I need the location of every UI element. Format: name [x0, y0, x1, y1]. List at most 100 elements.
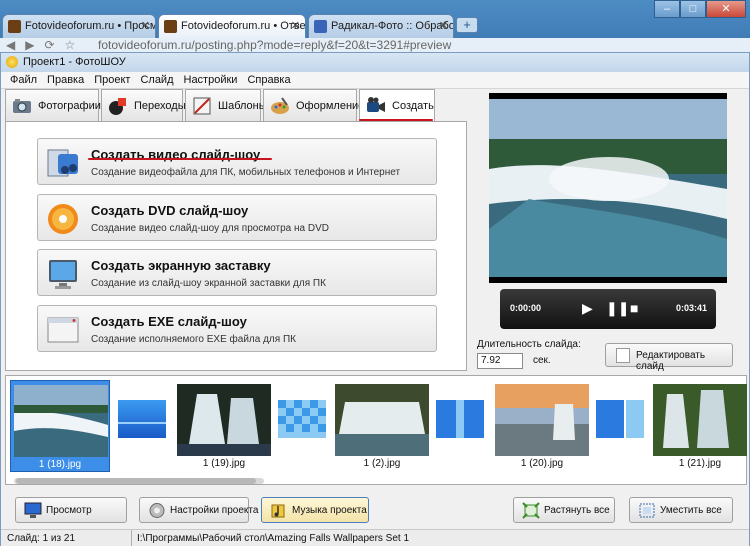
- address-bar[interactable]: fotovideoforum.ru/posting.php?mode=reply…: [98, 38, 568, 52]
- close-icon[interactable]: ✕: [141, 19, 150, 32]
- menu-file[interactable]: Файл: [5, 72, 42, 88]
- stop-icon[interactable]: ■: [630, 300, 638, 316]
- pause-icon[interactable]: ❚❚: [606, 300, 629, 317]
- slide-duration-unit: сек.: [533, 355, 551, 366]
- slide-duration-label: Длительность слайда:: [477, 339, 581, 350]
- create-dvd-button[interactable]: Создать DVD слайд-шоу Создание видео сла…: [37, 194, 437, 241]
- slide-caption: 1 (21).jpg: [678, 458, 722, 469]
- window-app-icon: [47, 317, 79, 343]
- create-option-desc: Создание исполняемого EXE файла для ПК: [91, 334, 296, 345]
- statusbar: Слайд: 1 из 21 I:\Программы\Рабочий стол…: [1, 529, 749, 546]
- transitions-icon: [109, 98, 126, 115]
- slide-image: [495, 384, 589, 456]
- waterfall-preview-image: [489, 99, 727, 277]
- slide-caption: 1 (2).jpg: [363, 458, 401, 469]
- transition-thumbnail[interactable]: [278, 400, 326, 438]
- tab-templates[interactable]: Шаблоны: [185, 89, 267, 121]
- design-icon: [271, 97, 289, 114]
- monitor-icon: [49, 260, 77, 289]
- app-window: Проект1 - ФотоШОУ Файл Правка Проект Сла…: [0, 52, 750, 546]
- tab-transitions[interactable]: Переходы: [101, 89, 186, 121]
- create-film-icon: [367, 97, 385, 112]
- time-total: 0:03:41: [676, 303, 708, 313]
- annotation-underline: [88, 158, 272, 160]
- slide-thumbnail[interactable]: 1 (2).jpg: [332, 380, 432, 472]
- close-icon[interactable]: ✕: [291, 19, 300, 32]
- slide-thumbnail[interactable]: 1 (20).jpg: [492, 380, 592, 472]
- preview-button[interactable]: Просмотр: [15, 497, 127, 523]
- preview-panel: 0:00:00 ▶ ❚❚ ■ 0:03:41 Длительность слай…: [475, 89, 745, 372]
- stretch-icon: [522, 502, 540, 519]
- create-video-button[interactable]: Создать видео слайд-шоу Создание видеофа…: [37, 138, 437, 185]
- transition-thumbnail[interactable]: [596, 400, 644, 438]
- app-title: Проект1 - ФотоШОУ: [23, 56, 126, 68]
- slide-thumbnail[interactable]: 1 (19).jpg: [174, 380, 274, 472]
- filmstrip-scrollbar[interactable]: [14, 478, 264, 484]
- site-favicon: [164, 20, 177, 33]
- site-favicon: [314, 20, 327, 33]
- tab-label: Создать: [392, 100, 434, 112]
- browser-tab-2[interactable]: Fotovideoforum.ru • Ответ ✕: [158, 14, 306, 38]
- browser-chrome: Fotovideoforum.ru • Просм ✕ Fotovideofor…: [0, 0, 750, 52]
- project-music-button[interactable]: Музыка проекта: [261, 497, 369, 523]
- create-screensaver-button[interactable]: Создать экранную заставку Создание из сл…: [37, 249, 437, 296]
- window-controls: – □ ✕: [654, 0, 746, 18]
- tab-label: Фотографии: [38, 100, 101, 112]
- fit-all-button[interactable]: Уместить все: [629, 497, 733, 523]
- browser-tab-label: Fotovideoforum.ru • Ответ: [181, 20, 306, 32]
- video-preview: [489, 93, 727, 283]
- edit-slide-button[interactable]: Редактировать слайд: [605, 343, 733, 372]
- create-exe-button[interactable]: Создать EXE слайд-шоу Создание исполняем…: [37, 305, 437, 352]
- slide-caption: 1 (19).jpg: [202, 458, 246, 469]
- stretch-all-button[interactable]: Растянуть все: [513, 497, 615, 523]
- project-path: I:\Программы\Рабочий стол\Amazing Falls …: [137, 533, 410, 544]
- slide-thumbnail[interactable]: 1 (18).jpg: [10, 380, 110, 472]
- tab-label: Шаблоны: [218, 100, 267, 112]
- slide-thumbnail[interactable]: 1 (21).jpg: [650, 380, 750, 472]
- tab-create[interactable]: Создать: [359, 89, 435, 122]
- slide-duration-input[interactable]: 7.92: [477, 353, 523, 369]
- slide-image: [335, 384, 429, 456]
- site-favicon: [8, 20, 21, 33]
- menu-edit[interactable]: Правка: [42, 72, 89, 88]
- create-option-title: Создать DVD слайд-шоу: [91, 203, 249, 218]
- close-window-icon[interactable]: ✕: [706, 0, 746, 18]
- fit-all-label: Уместить все: [660, 505, 722, 516]
- create-option-desc: Создание видео слайд-шоу для просмотра н…: [91, 223, 329, 234]
- photos-icon: [13, 99, 31, 113]
- tab-photos[interactable]: Фотографии: [5, 89, 101, 121]
- create-option-desc: Создание видеофайла для ПК, мобильных те…: [91, 167, 401, 178]
- slide-caption: 1 (18).jpg: [38, 459, 82, 470]
- browser-tab-1[interactable]: Fotovideoforum.ru • Просм ✕: [2, 14, 156, 38]
- scrollbar-thumb[interactable]: [16, 478, 256, 484]
- transition-thumbnail[interactable]: [118, 400, 166, 438]
- slide-image: [653, 384, 747, 456]
- browser-tab-3[interactable]: Радикал-Фото :: Обработк ✕: [308, 14, 454, 38]
- menu-help[interactable]: Справка: [242, 72, 295, 88]
- slide-counter: Слайд: 1 из 21: [7, 533, 76, 544]
- maximize-icon[interactable]: □: [680, 0, 706, 18]
- play-icon[interactable]: ▶: [582, 300, 593, 317]
- filmstrip: 1 (18).jpg 1 (19).jpg 1 (2).jpg 1 (20).j…: [5, 375, 747, 485]
- close-icon[interactable]: ✕: [439, 19, 448, 32]
- project-settings-button[interactable]: Настройки проекта: [139, 497, 258, 523]
- video-file-icon: [47, 149, 78, 177]
- music-icon: [271, 504, 285, 518]
- minimize-icon[interactable]: –: [654, 0, 680, 18]
- menu-slide[interactable]: Слайд: [135, 72, 178, 88]
- slide-image: [177, 384, 271, 456]
- project-settings-label: Настройки проекта: [170, 505, 259, 516]
- tab-design[interactable]: Оформление: [263, 89, 364, 121]
- menu-project[interactable]: Проект: [89, 72, 135, 88]
- transition-thumbnail[interactable]: [436, 400, 484, 438]
- time-current: 0:00:00: [510, 303, 542, 313]
- player-controls: 0:00:00 ▶ ❚❚ ■ 0:03:41: [500, 289, 716, 329]
- new-tab-button[interactable]: +: [456, 17, 478, 33]
- slide-image: [14, 385, 108, 457]
- settings-icon: [149, 503, 165, 518]
- create-option-title: Создать EXE слайд-шоу: [91, 314, 247, 329]
- menu-settings[interactable]: Настройки: [179, 72, 243, 88]
- main-tabs: Фотографии Переходы Шаблоны Оформление С…: [5, 89, 437, 122]
- app-titlebar: Проект1 - ФотоШОУ: [1, 53, 749, 72]
- navigation-icons[interactable]: ◀▶⟳☆: [6, 38, 85, 52]
